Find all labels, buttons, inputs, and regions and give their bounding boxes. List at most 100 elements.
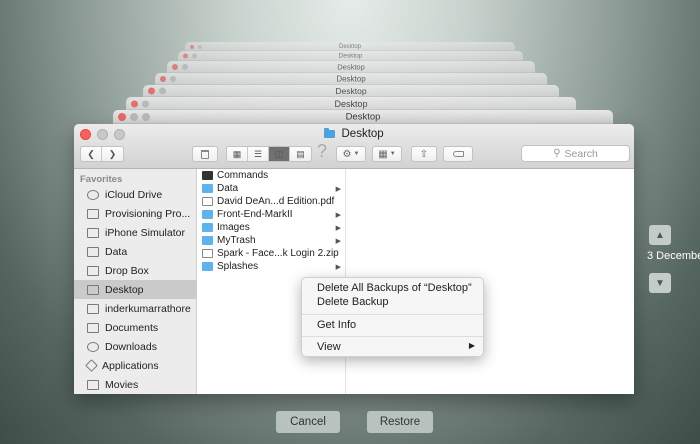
list-item[interactable]: Splashes ▶ bbox=[197, 260, 346, 273]
menu-separator bbox=[302, 336, 483, 337]
grid-icon: ▦ bbox=[232, 148, 242, 159]
disclosure-arrow-icon: ▶ bbox=[335, 237, 341, 245]
list-item[interactable]: David DeAn...d Edition.pdf bbox=[197, 195, 346, 208]
file-name: Data bbox=[217, 183, 239, 194]
sidebar-item-label: Downloads bbox=[105, 340, 157, 353]
trash-icon bbox=[201, 149, 209, 159]
stacked-window-title: Desktop bbox=[338, 52, 363, 60]
forward-button[interactable]: ❯ bbox=[102, 147, 123, 161]
timeline-up-button[interactable]: ▲ bbox=[649, 225, 671, 245]
downloads-icon bbox=[87, 341, 99, 352]
list-item[interactable]: Commands bbox=[197, 169, 346, 182]
stacked-window: Desktop bbox=[155, 73, 547, 85]
sidebar-item-label: iPhone Simulator bbox=[105, 226, 185, 239]
sidebar-item-provisioning[interactable]: Provisioning Pro... bbox=[74, 204, 197, 223]
sidebar-item-drop-box[interactable]: Drop Box bbox=[74, 261, 197, 280]
get-info-menu-item[interactable]: Get Info bbox=[302, 319, 483, 333]
stacked-window-title: Desktop bbox=[337, 62, 365, 72]
restore-button[interactable]: Restore bbox=[367, 411, 433, 433]
arrange-menu-button[interactable]: ▦ ▼ bbox=[372, 146, 402, 162]
chevron-down-icon: ▼ bbox=[353, 151, 360, 157]
stacked-window: Desktop bbox=[178, 51, 523, 61]
stacked-window-title: Desktop bbox=[345, 111, 381, 123]
file-name: Splashes bbox=[217, 261, 259, 272]
sidebar-item-iphone-simulator[interactable]: iPhone Simulator bbox=[74, 223, 197, 242]
sidebar-item-downloads[interactable]: Downloads bbox=[74, 337, 197, 356]
disclosure-arrow-icon: ▶ bbox=[335, 185, 341, 193]
folder-icon bbox=[202, 210, 213, 219]
stacked-window-title: Desktop bbox=[335, 86, 367, 96]
tags-button[interactable] bbox=[443, 146, 473, 162]
zip-file-icon bbox=[202, 249, 213, 258]
window-title-bar: Desktop bbox=[74, 127, 634, 140]
sidebar-item-home[interactable]: inderkumarrathore bbox=[74, 299, 197, 318]
list-item[interactable]: Spark - Face...k Login 2.zip bbox=[197, 247, 346, 260]
back-button[interactable]: ❮ bbox=[81, 147, 102, 161]
stacked-window-title: Desktop bbox=[338, 43, 361, 50]
share-icon: ⇧ bbox=[419, 148, 429, 160]
sidebar-item-desktop[interactable]: Desktop bbox=[74, 280, 197, 299]
sidebar-item-label: Documents bbox=[105, 321, 159, 334]
file-name: David DeAn...d Edition.pdf bbox=[217, 196, 335, 207]
file-name: Images bbox=[217, 222, 250, 233]
stacked-window: Desktop bbox=[143, 85, 559, 97]
desktop-icon bbox=[87, 284, 99, 295]
file-name: MyTrash bbox=[217, 235, 256, 246]
sidebar-item-label: Movies bbox=[105, 378, 139, 391]
sidebar-item-movies[interactable]: Movies bbox=[74, 375, 197, 394]
action-menu-button[interactable]: ⚙ ▼ bbox=[336, 146, 366, 162]
arrange-icon: ▦ bbox=[378, 148, 388, 160]
stacked-window: Desktop bbox=[113, 110, 613, 124]
list-item[interactable]: Data ▶ bbox=[197, 182, 346, 195]
sidebar-item-label: Drop Box bbox=[105, 264, 149, 277]
stacked-window-title: Desktop bbox=[334, 98, 368, 109]
sidebar-item-label: Provisioning Pro... bbox=[105, 207, 191, 220]
stacked-window-title: Desktop bbox=[336, 74, 366, 84]
chevron-down-icon: ▼ bbox=[655, 277, 665, 289]
sidebar-item-data[interactable]: Data bbox=[74, 242, 197, 261]
chevron-left-icon: ❮ bbox=[87, 148, 95, 159]
view-menu-label: View bbox=[317, 341, 341, 353]
delete-backup-menu-item[interactable]: Delete Backup bbox=[302, 296, 483, 310]
folder-icon bbox=[324, 127, 336, 138]
list-item[interactable]: Images ▶ bbox=[197, 221, 346, 234]
folder-icon bbox=[202, 223, 213, 232]
list-item[interactable]: Front-End-MarkII ▶ bbox=[197, 208, 346, 221]
folder-icon bbox=[87, 265, 99, 276]
columns-icon: ◫ bbox=[274, 148, 284, 159]
folder-icon bbox=[87, 246, 99, 257]
stacked-window: Desktop bbox=[126, 97, 576, 110]
chevron-up-icon: ▲ bbox=[655, 229, 665, 241]
disclosure-arrow-icon: ▶ bbox=[335, 263, 341, 271]
delete-all-backups-menu-item[interactable]: Delete All Backups of “Desktop” bbox=[302, 282, 483, 296]
column-view-button[interactable]: ◫ bbox=[269, 147, 290, 161]
tag-icon bbox=[452, 151, 464, 157]
window-title: Desktop bbox=[341, 128, 384, 140]
list-view-button[interactable]: ☰ bbox=[248, 147, 269, 161]
sidebar-item-documents[interactable]: Documents bbox=[74, 318, 197, 337]
home-icon bbox=[87, 303, 99, 314]
share-button[interactable]: ⇧ bbox=[411, 146, 437, 162]
icon-view-button[interactable]: ▦ bbox=[227, 147, 248, 161]
folder-icon bbox=[202, 184, 213, 193]
folder-icon bbox=[87, 208, 99, 219]
search-field[interactable]: ⚲ Search bbox=[521, 145, 630, 162]
search-placeholder: Search bbox=[564, 147, 598, 160]
cancel-button[interactable]: Cancel bbox=[276, 411, 340, 433]
window-toolbar: Desktop ❮ ❯ ▦ ☰ ◫ ▤ ? ⚙ ▼ ▦ ▼ ⇧ ⚲ Search bbox=[74, 124, 634, 169]
view-menu-item[interactable]: View ▶ bbox=[302, 341, 483, 355]
file-name: Front-End-MarkII bbox=[217, 209, 293, 220]
delete-button[interactable] bbox=[192, 146, 218, 162]
file-name: Spark - Face...k Login 2.zip bbox=[217, 248, 339, 259]
chevron-down-icon: ▼ bbox=[389, 151, 396, 157]
cover-flow-button[interactable]: ▤ bbox=[290, 147, 311, 161]
menu-separator bbox=[302, 314, 483, 315]
sidebar-item-applications[interactable]: Applications bbox=[74, 356, 197, 375]
timeline-down-button[interactable]: ▼ bbox=[649, 273, 671, 293]
list-item[interactable]: MyTrash ▶ bbox=[197, 234, 346, 247]
view-mode-control: ▦ ☰ ◫ ▤ bbox=[226, 146, 312, 162]
file-name: Commands bbox=[217, 170, 269, 181]
gear-icon: ⚙ bbox=[342, 148, 352, 160]
folder-icon bbox=[87, 227, 99, 238]
sidebar-item-icloud-drive[interactable]: iCloud Drive bbox=[74, 185, 197, 204]
